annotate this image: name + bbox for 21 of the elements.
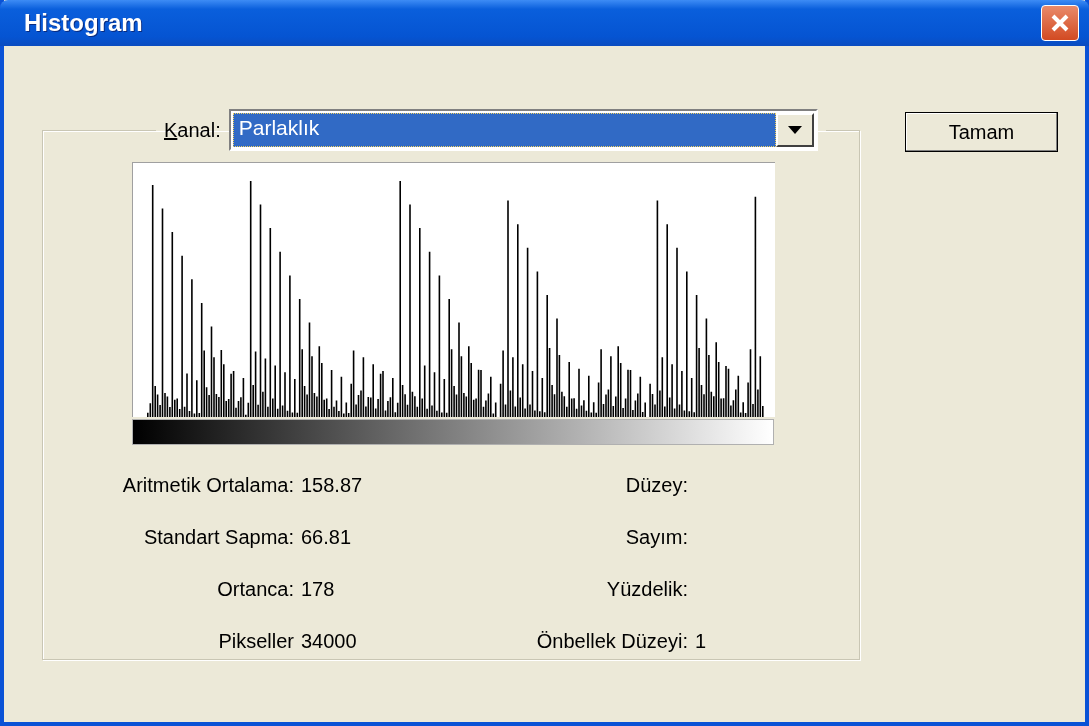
window-title: Histogram	[24, 9, 143, 37]
stat-label: Ortanca:	[216, 577, 294, 602]
close-button[interactable]	[1041, 5, 1079, 41]
stat-value: 1	[695, 629, 708, 654]
stat-label: Pikseller	[217, 629, 294, 654]
channel-dropdown[interactable]: Parlaklık	[228, 109, 818, 151]
stat-label: Yüzdelik:	[605, 577, 688, 602]
stat-label: Düzey:	[624, 473, 688, 498]
stat-label: Sayım:	[624, 525, 688, 550]
caret-icon	[787, 126, 802, 134]
stat-label: Önbellek Düzeyi:	[535, 629, 688, 654]
stat-value: 178	[301, 577, 336, 602]
stat-label: Standart Sapma:	[142, 525, 294, 550]
channel-label: Kanal:	[164, 118, 221, 142]
stat-value: 66.81	[301, 525, 353, 550]
dropdown-button[interactable]	[775, 113, 814, 147]
ok-button[interactable]: Tamam	[905, 112, 1058, 152]
stat-value: 34000	[301, 629, 358, 654]
stat-value: 158.87	[301, 473, 364, 498]
stat-label: Aritmetik Ortalama:	[121, 473, 294, 498]
close-icon	[1050, 13, 1070, 33]
